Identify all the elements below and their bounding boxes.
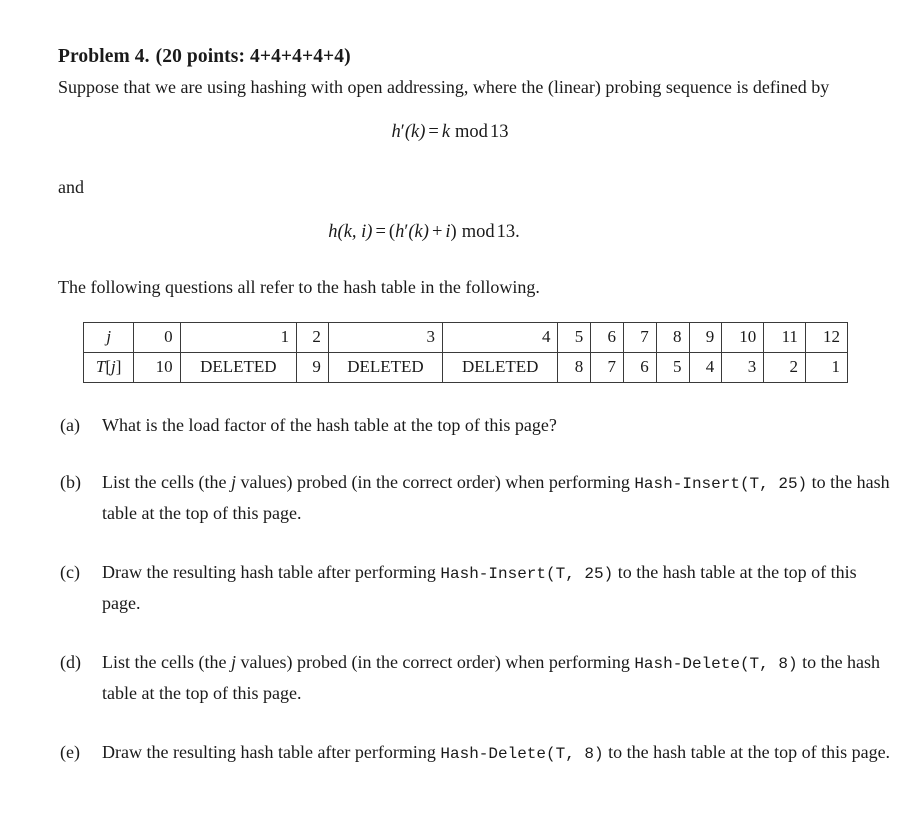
table-cell-index: 6 (590, 322, 624, 354)
table-cell-index: 5 (557, 322, 592, 354)
formula-h-full: h(k, i) = (h′(k) + i) mod 13. (58, 218, 848, 247)
question-text-part1: What is the load factor of the hash tabl… (102, 415, 557, 436)
formula-h-full-arg: (k, i) (337, 222, 373, 243)
question-text-part1: List the cells (the j values) probed (in… (102, 472, 635, 493)
question-label: (b) (60, 472, 81, 493)
question-text-part1: Draw the resulting hash table after perf… (102, 562, 441, 583)
hash-table-container: j 0 1 2 3 4 5 6 7 8 9 10 11 12 T[j] 10 DELETED 9 DELETED D… (82, 322, 849, 384)
document-page: Problem 4. (20 points: 4+4+4+4+4) Suppose… (58, 45, 890, 769)
code-snippet: Hash-Insert(T, 25) (634, 475, 808, 494)
table-cell-index: 12 (804, 322, 849, 354)
question-item: (d) List the cells (the j values) probed … (58, 648, 902, 708)
question-text: Draw the resulting hash table after perf… (102, 562, 857, 613)
question-item: (b) List the cells (the j values) probed … (58, 468, 902, 528)
table-cell-value: 10 (133, 352, 181, 384)
formula-h-full-inner-arg: (k) (408, 222, 429, 243)
table-cell-value: 7 (590, 352, 624, 384)
formula-h-prime: h′(k) = k mod 13 (58, 118, 848, 147)
table-cell-value: 4 (688, 352, 723, 384)
table-header-tj: T[j] (82, 352, 135, 384)
table-cell-index: 7 (623, 322, 657, 354)
formula-h-full-modulus: 13. (496, 222, 520, 243)
table-cell-value: 1 (804, 352, 849, 384)
formula-h-full-mod: mod (461, 222, 495, 243)
formula-h-prime-arg: (k) (404, 122, 426, 143)
table-cell-index: 3 (327, 322, 443, 354)
formula-h-prime-rhs: k (441, 122, 451, 143)
and-connector: and (58, 177, 84, 198)
question-text: What is the load factor of the hash tabl… (102, 415, 557, 435)
table-cell-value: 2 (763, 352, 806, 384)
table-cell-value: 5 (655, 352, 690, 384)
formula-h-prime-modulus: 13 (489, 122, 509, 143)
question-label: (e) (60, 742, 80, 763)
code-snippet: Hash-Insert(T, 25) (440, 565, 614, 584)
table-cell-value: DELETED (327, 352, 443, 384)
formula-h-full-plus: + (431, 222, 443, 243)
refer-paragraph: The following questions all refer to the… (58, 277, 540, 298)
question-text-part2: to the hash table at the top of this pag… (603, 742, 891, 763)
question-text-part1: Draw the resulting hash table after perf… (102, 742, 441, 763)
question-label: (d) (60, 652, 81, 673)
problem-points: (20 points: 4+4+4+4+4) (155, 46, 351, 67)
hash-table: j 0 1 2 3 4 5 6 7 8 9 10 11 12 T[j] 10 DELETED 9 DELETED D… (82, 322, 849, 384)
table-cell-index: 9 (688, 322, 723, 354)
question-text-part1: List the cells (the j values) probed (in… (102, 652, 635, 673)
formula-h-full-fn: h (328, 222, 338, 243)
table-cell-value: DELETED (179, 352, 298, 384)
question-text: Draw the resulting hash table after perf… (102, 742, 891, 764)
question-list: (a) What is the load factor of the hash t… (58, 411, 890, 769)
formula-h-prime-eq: = (428, 122, 439, 143)
table-cell-index: 2 (296, 322, 329, 354)
variable-j: j (230, 472, 236, 493)
code-snippet: Hash-Delete(T, 8) (440, 745, 604, 764)
table-row-index: j 0 1 2 3 4 5 6 7 8 9 10 11 12 (82, 322, 849, 354)
table-cell-index: 0 (133, 322, 181, 354)
question-text: List the cells (the j values) probed (in… (102, 472, 890, 523)
table-row-values: T[j] 10 DELETED 9 DELETED DELETED 8 7 6 5 4 3 2 1 (82, 352, 849, 384)
formula-h-full-eq: = (375, 222, 386, 243)
intro-paragraph: Suppose that we are using hashing with o… (58, 77, 830, 98)
table-cell-value: 9 (296, 352, 329, 384)
question-item: (a) What is the load factor of the hash t… (58, 411, 848, 440)
table-cell-index: 8 (655, 322, 690, 354)
question-label: (a) (60, 415, 80, 436)
table-cell-index: 4 (441, 322, 559, 354)
formula-h-full-inner-fn: h (395, 222, 405, 243)
code-snippet: Hash-Delete(T, 8) (634, 655, 798, 674)
formula-h-prime-mod: mod (455, 122, 488, 143)
formula-h-full-close-paren: ) (450, 222, 457, 243)
variable-j: j (230, 652, 236, 673)
table-cell-value: 8 (557, 352, 592, 384)
problem-label: Problem 4. (58, 46, 150, 67)
formula-h-prime-fn: h (391, 122, 401, 143)
table-cell-value: 6 (623, 352, 657, 384)
question-item: (e) Draw the resulting hash table after p… (58, 738, 892, 769)
table-cell-index: 1 (179, 322, 298, 354)
table-cell-index: 10 (721, 322, 765, 354)
table-cell-index: 11 (763, 322, 806, 354)
page-title: Problem 4. (20 points: 4+4+4+4+4) (58, 45, 848, 69)
question-label: (c) (60, 562, 80, 583)
table-cell-value: DELETED (441, 352, 559, 384)
table-header-j: j (82, 322, 135, 354)
question-text: List the cells (the j values) probed (in… (102, 652, 880, 703)
question-item: (c) Draw the resulting hash table after p… (58, 558, 892, 618)
table-cell-value: 3 (721, 352, 765, 384)
